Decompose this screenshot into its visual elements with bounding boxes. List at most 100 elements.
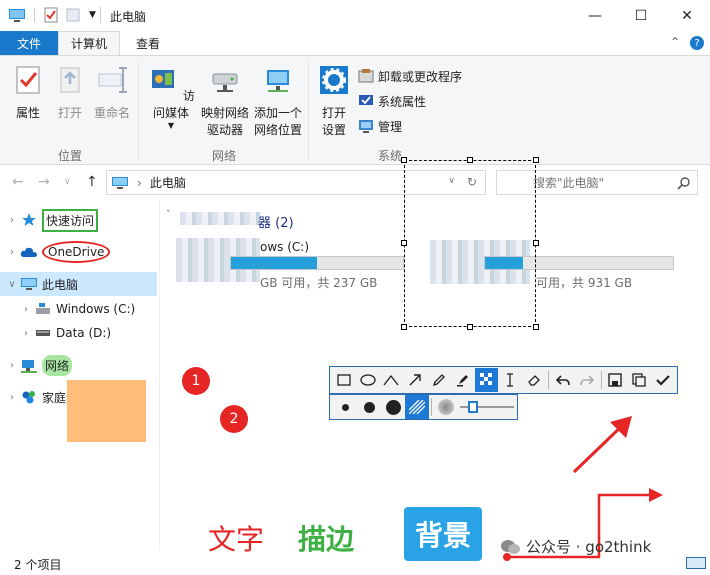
polyline-tool-icon[interactable] — [380, 368, 404, 392]
close-button[interactable]: ✕ — [664, 0, 710, 31]
ribbon: 属性 打开 重命名 位置 访问媒体 ▼ 映射网络 驱动器 添加一个 网络位置 网… — [0, 55, 710, 165]
brush-size-slider[interactable] — [458, 395, 514, 419]
open-label: 打开 — [57, 106, 82, 120]
resize-handle[interactable] — [467, 157, 473, 163]
medium-size-dot-icon[interactable] — [358, 395, 382, 419]
customize-toolbar-icon[interactable]: ▼ — [89, 10, 96, 20]
chevron-right-icon[interactable]: › — [18, 328, 34, 339]
new-folder-icon[interactable] — [65, 7, 81, 23]
copy-icon[interactable] — [627, 368, 651, 392]
open-icon — [60, 67, 80, 93]
collapse-ribbon-icon[interactable]: ⌃ — [670, 35, 680, 49]
annotation-number-1: 1 — [182, 367, 210, 395]
add-location-label-1: 添加一个 — [253, 106, 302, 120]
toolbar-separator — [430, 398, 432, 416]
blur-brush-icon[interactable] — [434, 395, 458, 419]
nav-item-network[interactable]: › 网络 — [0, 353, 157, 377]
uninstall-button[interactable]: 卸载或更改程序 — [358, 66, 462, 86]
drive-d-space: 可用，共 931 GB — [536, 276, 633, 290]
properties-label: 属性 — [15, 106, 40, 120]
properties-check-icon[interactable] — [43, 7, 59, 23]
open-settings-button[interactable]: 打开 设置 — [314, 64, 354, 139]
ellipse-tool-icon[interactable] — [356, 368, 380, 392]
large-size-dot-icon[interactable] — [381, 395, 405, 419]
resize-handle[interactable] — [533, 240, 539, 246]
access-media-dropdown-icon: ▼ — [167, 121, 175, 130]
access-media-button[interactable]: 访问媒体 ▼ — [144, 64, 198, 130]
text-label: 文字 — [208, 523, 265, 556]
resize-handle[interactable] — [401, 324, 407, 330]
nav-label-quick-access: 快速访问 — [42, 208, 99, 232]
text-tool-icon[interactable] — [498, 368, 522, 392]
tab-file[interactable]: 文件 — [0, 31, 58, 55]
nav-label-network: 网络 — [42, 354, 73, 376]
small-size-dot-icon[interactable] — [334, 395, 358, 419]
eraser-tool-icon[interactable] — [522, 368, 546, 392]
capture-selection-rectangle[interactable] — [401, 157, 539, 330]
recent-locations-icon[interactable]: ∨ — [64, 177, 71, 187]
drive-c-name: ows (C:) — [260, 240, 310, 254]
undo-icon[interactable] — [551, 368, 575, 392]
pen-tool-icon[interactable] — [427, 368, 451, 392]
nav-item-data-d[interactable]: › Data (D:) — [0, 321, 157, 345]
redo-icon[interactable] — [575, 368, 599, 392]
rename-button[interactable]: 重命名 — [90, 64, 134, 122]
chevron-down-icon[interactable]: ∨ — [4, 279, 20, 290]
network-drive-icon — [212, 73, 238, 92]
nav-item-onedrive[interactable]: › OneDrive — [0, 240, 157, 264]
save-icon[interactable] — [604, 368, 628, 392]
open-settings-label-1: 打开 — [321, 106, 346, 120]
slider-thumb[interactable] — [467, 401, 478, 413]
view-toggle-icons[interactable] — [686, 557, 706, 569]
resize-handle[interactable] — [467, 324, 473, 330]
section-chevron-icon: ˇ — [166, 210, 171, 220]
address-path: 此电脑 — [149, 176, 186, 190]
tab-computer[interactable]: 计算机 — [58, 31, 120, 55]
group-system-label: 系统 — [378, 149, 403, 163]
network-location-icon — [267, 70, 289, 92]
properties-button[interactable]: 属性 — [8, 64, 48, 122]
nav-label-data-d: Data (D:) — [56, 326, 112, 340]
arrow-tool-icon[interactable] — [403, 368, 427, 392]
resize-handle[interactable] — [401, 240, 407, 246]
open-button[interactable]: 打开 — [52, 64, 88, 122]
add-network-location-button[interactable]: 添加一个 网络位置 — [252, 64, 304, 139]
map-network-drive-button[interactable]: 映射网络 驱动器 — [198, 64, 252, 139]
file-explorer-window: ▼ 此电脑 — ☐ ✕ 文件 计算机 查看 ⌃ ? 属性 打开 重命名 位置 访… — [0, 0, 710, 575]
group-location-label: 位置 — [58, 149, 83, 163]
minimize-button[interactable]: — — [572, 0, 618, 31]
chevron-right-icon[interactable]: › — [4, 247, 20, 258]
network-icon — [20, 357, 38, 373]
resize-handle[interactable] — [533, 157, 539, 163]
forward-arrow-icon[interactable]: → — [38, 174, 50, 190]
maximize-button[interactable]: ☐ — [618, 0, 664, 31]
computer-icon — [20, 276, 38, 292]
manage-button[interactable]: 管理 — [358, 116, 402, 136]
pattern-mosaic-icon[interactable] — [405, 395, 429, 419]
status-item-count: 2 个项目 — [14, 558, 62, 572]
nav-item-this-pc[interactable]: ∨ 此电脑 — [0, 272, 157, 296]
chevron-right-icon[interactable]: › — [4, 215, 20, 226]
confirm-check-icon[interactable] — [651, 368, 675, 392]
resize-handle[interactable] — [401, 157, 407, 163]
resize-handle[interactable] — [533, 324, 539, 330]
system-properties-button[interactable]: 系统属性 — [358, 91, 426, 111]
chevron-right-icon[interactable]: › — [4, 392, 20, 403]
help-icon[interactable]: ? — [690, 36, 704, 50]
drive-icon — [34, 325, 52, 341]
watermark: 公众号 · go2think — [500, 536, 651, 557]
back-arrow-icon[interactable]: ← — [12, 174, 24, 190]
rectangle-tool-icon[interactable] — [332, 368, 356, 392]
up-arrow-icon[interactable]: ↑ — [86, 174, 98, 190]
group-separator — [308, 62, 309, 160]
red-arrow-icon — [572, 416, 632, 474]
mosaic-tool-icon[interactable] — [474, 368, 499, 392]
chevron-right-icon[interactable]: › — [18, 304, 34, 315]
nav-item-quick-access[interactable]: › 快速访问 — [0, 208, 157, 232]
drive-c-usage-fill — [231, 257, 317, 269]
background-label: 背景 — [404, 507, 482, 561]
chevron-right-icon[interactable]: › — [4, 360, 20, 371]
marker-tool-icon[interactable] — [451, 368, 475, 392]
tab-view[interactable]: 查看 — [126, 31, 170, 55]
nav-item-windows-c[interactable]: › Windows (C:) — [0, 297, 157, 321]
